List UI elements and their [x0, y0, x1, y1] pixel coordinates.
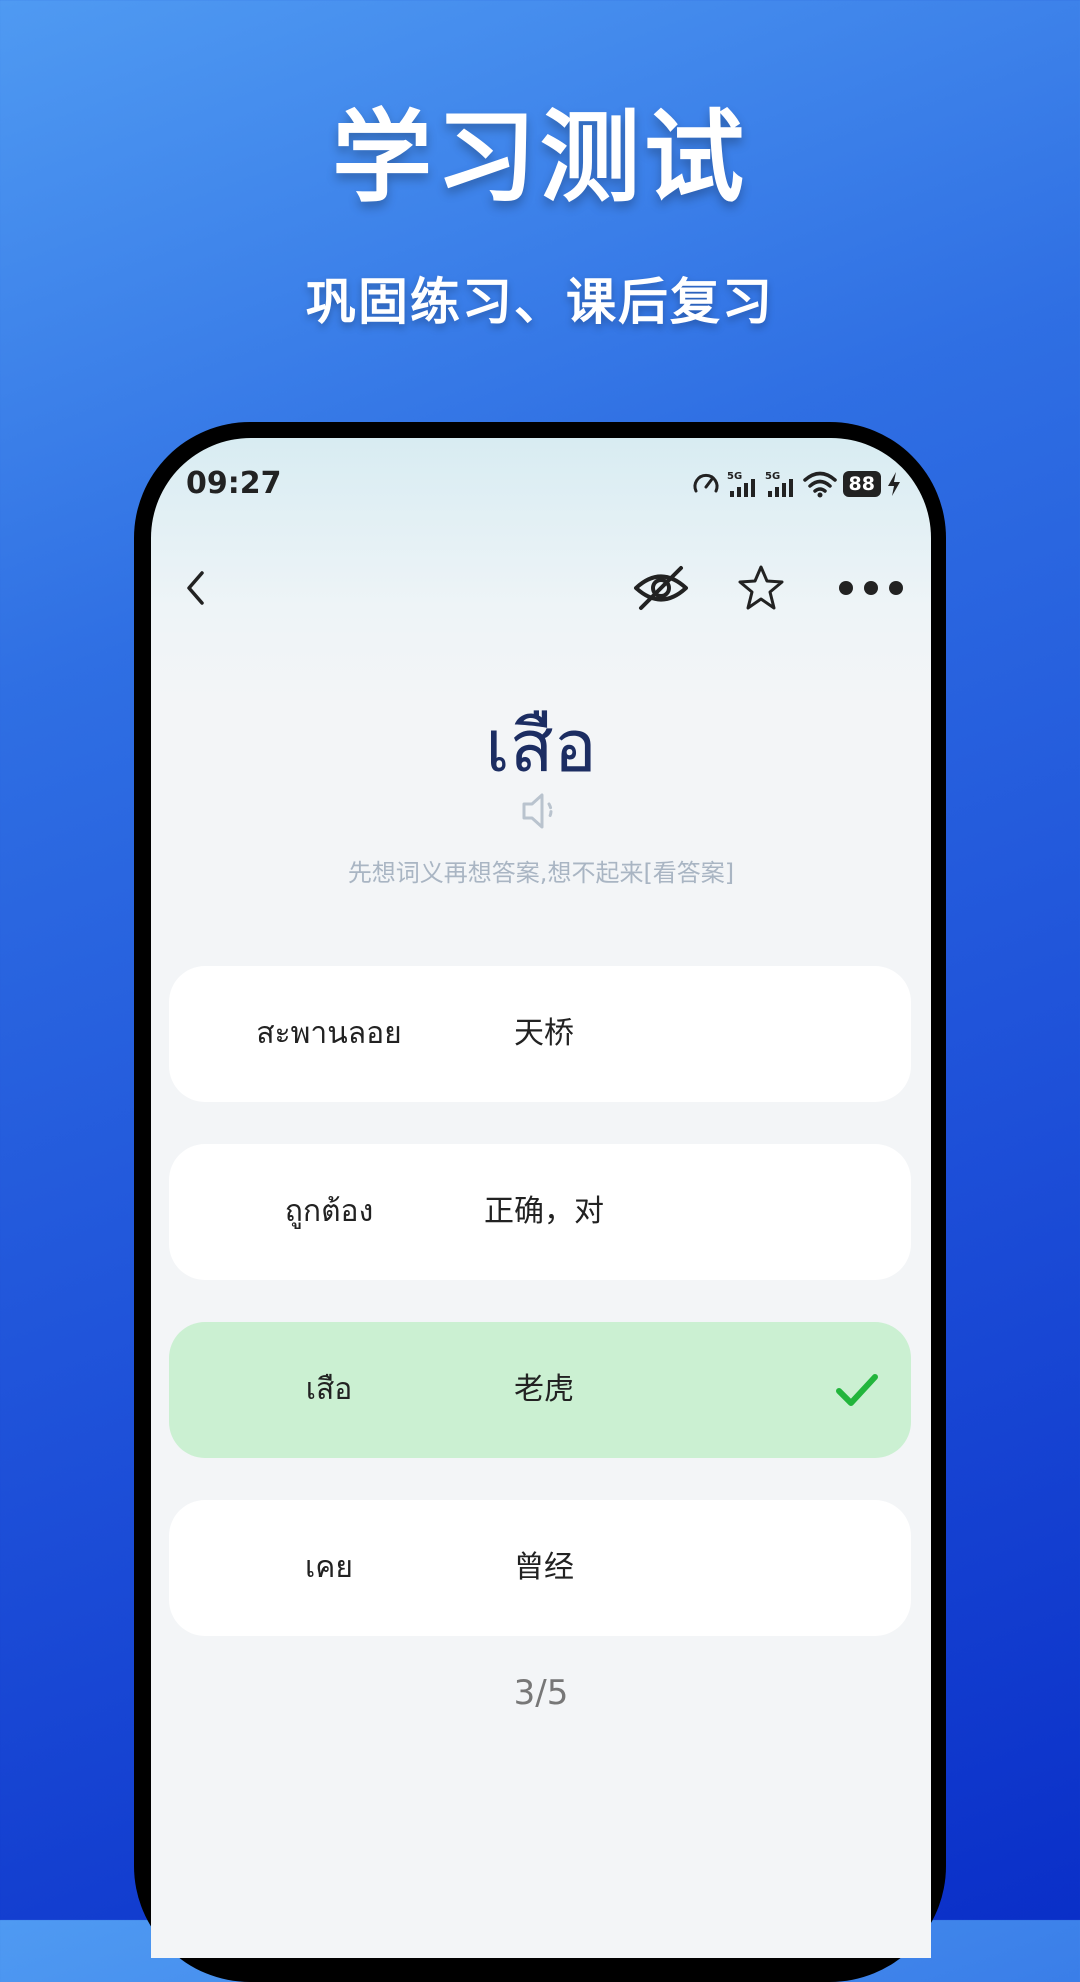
hero-subtitle: 巩固练习、课后复习 [306, 273, 774, 331]
signal-5g-icon: 5G [727, 471, 755, 497]
progress-counter: 3/5 [513, 1673, 569, 1713]
hero-title: 学习测试 [332, 99, 748, 216]
answer-option[interactable]: ถูกต้อง 正确，对 [169, 1144, 911, 1280]
option-chinese: 老虎 [514, 1372, 574, 1407]
option-thai: เสือ [305, 1372, 353, 1407]
battery-level: 88 [842, 471, 881, 497]
more-dots-icon [839, 581, 903, 595]
chevron-left-icon [187, 571, 204, 605]
hint-text[interactable]: 先想词义再想答案,想不起来[看答案] [151, 853, 931, 888]
option-chinese: 天桥 [514, 1016, 574, 1051]
hide-answer-button[interactable] [621, 548, 701, 628]
answer-option[interactable]: สะพานลอย 天桥 [169, 966, 911, 1102]
speaker-icon [522, 793, 553, 829]
answer-option-correct[interactable]: เสือ 老虎 [169, 1322, 911, 1458]
star-icon [738, 565, 784, 610]
pronounce-button[interactable] [516, 786, 566, 836]
wifi-icon [802, 471, 837, 498]
phone-screen: 09:27 5G 5G 88 เสือ 先想词义再想答案,想不起来[看答案] ส… [151, 438, 931, 1958]
status-time: 09:27 [186, 466, 282, 501]
back-button[interactable] [166, 548, 226, 628]
option-thai: สะพานลอย [256, 1016, 402, 1051]
option-chinese: 正确，对 [484, 1194, 604, 1229]
more-button[interactable] [831, 548, 911, 628]
eye-off-icon [634, 566, 688, 610]
check-icon [836, 1374, 878, 1406]
signal-5g-icon: 5G [765, 471, 793, 497]
option-chinese: 曾经 [514, 1550, 574, 1585]
status-icons: 5G 5G 88 [691, 468, 901, 500]
option-thai: เคย [305, 1550, 353, 1585]
answer-option[interactable]: เคย 曾经 [169, 1500, 911, 1636]
network-label: 5G [727, 471, 742, 482]
option-thai: ถูกต้อง [284, 1194, 374, 1229]
status-bar: 09:27 5G 5G 88 [151, 438, 931, 528]
network-label: 5G [765, 471, 780, 482]
speed-meter-icon [693, 473, 719, 493]
favorite-button[interactable] [726, 548, 796, 628]
top-nav [151, 548, 931, 628]
charging-bolt-icon [888, 472, 900, 496]
